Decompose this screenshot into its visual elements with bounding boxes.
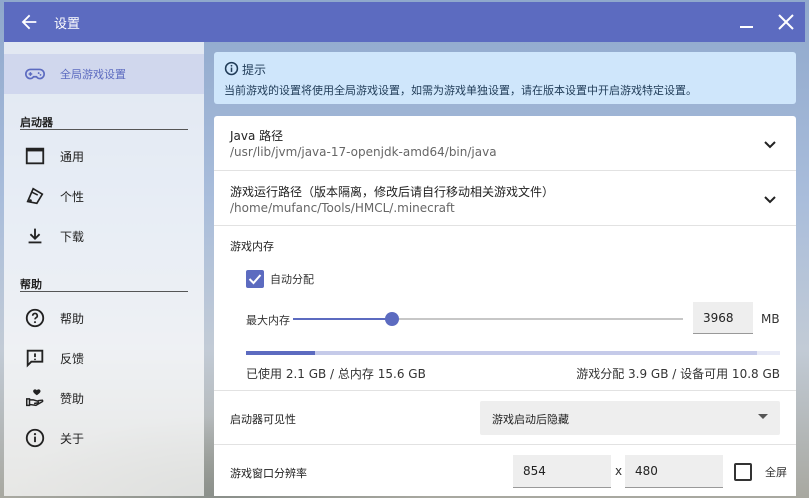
- window-title: 设置: [54, 17, 81, 32]
- sidebar-item-about[interactable]: 关于: [4, 420, 204, 456]
- sidebar-item-label: 帮助: [60, 312, 85, 326]
- settings-window: 设置 全局游戏设置 启动器 通用 个性 下载 帮助 帮助 反馈 赞助 关于 提示…: [4, 2, 805, 496]
- sidebar-item-label: 关于: [60, 432, 85, 446]
- sidebar-item-label: 下载: [60, 230, 85, 244]
- info-banner: 提示 当前游戏的设置将使用全局游戏设置，如需为游戏单独设置，请在版本设置中开启游…: [214, 52, 796, 104]
- memory-used-text: 已使用 2.1 GB / 总内存 15.6 GB: [246, 367, 426, 381]
- memory-value-field[interactable]: 3968: [693, 302, 753, 334]
- memory-section: 游戏内存 自动分配 最大内存 3968 MB 已使用 2.1 GB / 总内存 …: [214, 226, 796, 391]
- game-dir-value: /home/mufanc/Tools/HMCL/.minecraft: [230, 201, 455, 215]
- sidebar-item-help[interactable]: 帮助: [4, 300, 204, 336]
- auto-allocate-checkbox[interactable]: [246, 270, 264, 288]
- help-circle-icon: [24, 307, 46, 329]
- info-icon: [24, 427, 46, 449]
- sidebar-item-label: 赞助: [60, 392, 85, 406]
- fullscreen-checkbox[interactable]: [734, 463, 752, 481]
- minimize-icon[interactable]: [738, 12, 756, 32]
- memory-slider-thumb[interactable]: [385, 312, 400, 326]
- info-outline-icon: [224, 61, 239, 76]
- chevron-down-icon[interactable]: [762, 136, 778, 152]
- resolution-label: 游戏窗口分辨率: [230, 467, 307, 480]
- back-arrow-icon[interactable]: [18, 11, 40, 33]
- memory-used-fill: [246, 351, 316, 355]
- auto-allocate-label: 自动分配: [270, 273, 314, 286]
- memory-slider-fill: [293, 318, 393, 320]
- feedback-icon: [24, 347, 46, 369]
- memory-title: 游戏内存: [230, 240, 274, 253]
- settings-content: 提示 当前游戏的设置将使用全局游戏设置，如需为游戏单独设置，请在版本设置中开启游…: [214, 52, 796, 496]
- settings-card: Java 路径 /usr/lib/jvm/java-17-openjdk-amd…: [214, 116, 796, 496]
- title-bar: 设置: [4, 2, 805, 42]
- section-divider: [20, 129, 188, 130]
- resolution-row: 游戏窗口分辨率 854 x 480 全屏: [214, 445, 796, 496]
- sidebar-item-label: 通用: [60, 150, 85, 164]
- section-divider: [20, 291, 188, 292]
- memory-usage-bar: [246, 351, 780, 355]
- sidebar: 全局游戏设置 启动器 通用 个性 下载 帮助 帮助 反馈 赞助 关于: [4, 42, 204, 496]
- launcher-visibility-row: 启动器可见性 游戏启动后隐藏: [214, 391, 796, 445]
- window-icon: [24, 145, 46, 167]
- game-dir-label: 游戏运行路径（版本隔离，修改后请自行移动相关游戏文件）: [230, 185, 555, 199]
- section-title-help: 帮助: [20, 278, 42, 291]
- sidebar-item-sponsor[interactable]: 赞助: [4, 380, 204, 416]
- sidebar-item-download[interactable]: 下载: [4, 218, 204, 254]
- sidebar-item-general[interactable]: 通用: [4, 138, 204, 174]
- sidebar-item-global-game-settings[interactable]: 全局游戏设置: [4, 54, 204, 94]
- launcher-visibility-value: 游戏启动后隐藏: [492, 413, 569, 426]
- launcher-visibility-label: 启动器可见性: [230, 413, 296, 426]
- brush-icon: [24, 185, 46, 207]
- java-path-label: Java 路径: [230, 129, 284, 143]
- resolution-separator: x: [615, 464, 623, 478]
- section-title-launcher: 启动器: [20, 116, 53, 129]
- game-dir-row[interactable]: 游戏运行路径（版本隔离，修改后请自行移动相关游戏文件） /home/mufanc…: [214, 171, 796, 226]
- java-path-value: /usr/lib/jvm/java-17-openjdk-amd64/bin/j…: [230, 145, 497, 159]
- memory-allocated-text: 游戏分配 3.9 GB / 设备可用 10.8 GB: [576, 367, 780, 381]
- hand-heart-icon: [24, 387, 46, 409]
- gamepad-icon: [24, 63, 46, 85]
- max-memory-label: 最大内存: [246, 314, 290, 327]
- dropdown-arrow-icon: [758, 414, 768, 419]
- info-title: 提示: [242, 63, 267, 77]
- download-icon: [24, 225, 46, 247]
- sidebar-item-personalize[interactable]: 个性: [4, 178, 204, 214]
- memory-allocated-fill: [315, 351, 757, 355]
- chevron-down-icon[interactable]: [762, 191, 778, 207]
- java-path-row[interactable]: Java 路径 /usr/lib/jvm/java-17-openjdk-amd…: [214, 116, 796, 171]
- fullscreen-label: 全屏: [765, 466, 787, 479]
- sidebar-item-feedback[interactable]: 反馈: [4, 340, 204, 376]
- resolution-width-field[interactable]: 854: [513, 455, 611, 488]
- sidebar-item-label: 个性: [60, 190, 85, 204]
- resolution-height-field[interactable]: 480: [625, 455, 723, 488]
- memory-unit: MB: [761, 312, 780, 326]
- sidebar-item-label: 反馈: [60, 352, 85, 366]
- info-message: 当前游戏的设置将使用全局游戏设置，如需为游戏单独设置，请在版本设置中开启游戏特定…: [224, 84, 697, 97]
- close-icon[interactable]: [776, 12, 796, 32]
- launcher-visibility-select[interactable]: 游戏启动后隐藏: [480, 401, 780, 435]
- sidebar-item-label: 全局游戏设置: [60, 68, 126, 81]
